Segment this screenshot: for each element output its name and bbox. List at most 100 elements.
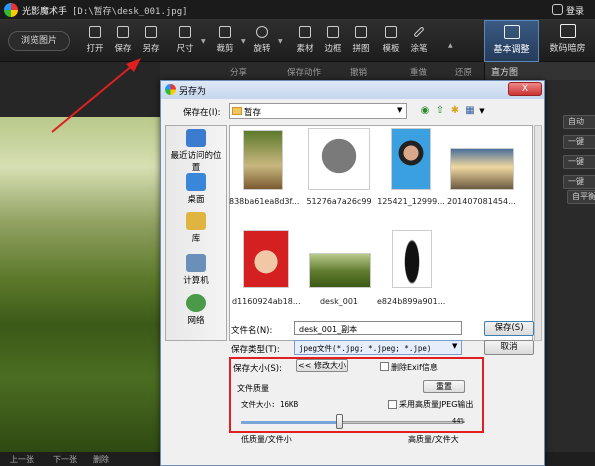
place-library[interactable]: 库 xyxy=(169,212,223,244)
file-name[interactable]: d1160924ab18... xyxy=(232,297,301,306)
place-desktop[interactable]: 桌面 xyxy=(169,173,223,205)
dialog-title: 另存为 xyxy=(179,87,207,97)
login-link[interactable]: 登录 xyxy=(566,4,584,17)
remove-exif-checkbox[interactable] xyxy=(380,362,389,371)
high-quality-label: 采用高质量JPEG输出 xyxy=(399,400,474,409)
photo-canvas xyxy=(0,117,160,452)
prev-image-button[interactable]: 上一张 xyxy=(10,454,34,465)
high-quality-checkbox[interactable] xyxy=(388,400,397,409)
file-name[interactable]: 51276a7a26c99 xyxy=(305,197,373,206)
file-thumbnail[interactable] xyxy=(243,230,289,288)
file-name-label: 文件名(N): xyxy=(231,326,273,336)
file-name[interactable]: 201407081454... xyxy=(447,197,516,206)
template-button[interactable]: 模板 xyxy=(376,24,406,58)
next-image-button[interactable]: 下一张 xyxy=(53,454,77,465)
network-icon xyxy=(186,294,206,312)
file-name[interactable]: desk_001 xyxy=(305,297,373,306)
file-name[interactable]: e824b899a901... xyxy=(377,297,445,306)
file-thumbnail[interactable] xyxy=(309,253,371,288)
border-button[interactable]: 边框 xyxy=(318,24,348,58)
desktop-icon xyxy=(186,173,206,191)
tab-basic-adjust[interactable]: 基本调整 xyxy=(484,20,539,62)
crop-icon xyxy=(219,26,231,38)
file-thumbnail[interactable] xyxy=(308,128,370,190)
save-in-label: 保存在(I): xyxy=(183,108,221,118)
save-in-select[interactable]: 暂存 xyxy=(229,103,407,119)
one-click-button-2[interactable]: 一键 xyxy=(563,155,595,169)
histogram-tab[interactable]: 直方图 xyxy=(484,62,595,80)
save-size-label: 保存大小(S): xyxy=(233,364,282,374)
restore-button[interactable]: 还原 xyxy=(455,66,472,78)
file-type-label: 保存类型(T): xyxy=(231,345,280,355)
new-folder-icon[interactable]: ✱ xyxy=(449,105,461,117)
save-icon xyxy=(117,26,129,38)
app-title: 光影魔术手 xyxy=(22,7,68,17)
open-button[interactable]: 打开 xyxy=(80,24,110,58)
chevron-down-icon[interactable]: ▼ xyxy=(452,342,457,350)
file-type-select[interactable]: jpeg文件(*.jpg; *.jpeg; *.jpe) xyxy=(294,340,462,355)
quality-slider-handle[interactable] xyxy=(335,414,343,429)
share-button[interactable]: 分享 xyxy=(230,66,247,78)
size-button[interactable]: 尺寸 xyxy=(170,24,200,58)
more-tools-icon[interactable]: ▲ xyxy=(448,42,453,49)
save-tool-button[interactable]: 保存 xyxy=(108,24,138,58)
recent-places-icon xyxy=(186,129,206,147)
white-balance-button[interactable]: 自平衡 xyxy=(567,190,595,204)
file-thumbnail[interactable] xyxy=(243,130,283,190)
undo-button[interactable]: 撤销 xyxy=(350,66,367,78)
rotate-button[interactable]: 旋转 xyxy=(247,24,277,58)
close-button[interactable]: X xyxy=(508,82,542,96)
dialog-title-bar xyxy=(161,81,544,99)
file-name-input[interactable]: desk_001_副本 xyxy=(294,321,462,335)
save-as-icon xyxy=(145,26,157,38)
one-click-button-1[interactable]: 一键 xyxy=(563,135,595,149)
back-icon[interactable]: ◉ xyxy=(419,105,431,117)
quality-slider-fill xyxy=(241,421,339,424)
file-name[interactable]: 838ba61ea8d3f... xyxy=(229,197,299,206)
reset-button[interactable]: 重置 xyxy=(423,380,465,393)
delete-button[interactable]: 删除 xyxy=(93,454,109,465)
tab-digital-darkroom[interactable]: 数码暗房 xyxy=(540,20,595,62)
crop-dropdown-icon[interactable]: ▼ xyxy=(241,38,246,45)
auto-button[interactable]: 自动 xyxy=(563,115,595,129)
library-icon xyxy=(186,212,206,230)
resize-icon xyxy=(179,26,191,38)
save-as-dialog: 另存为 X 保存在(I): 暂存 ▼ ◉ ⇧ ✱ ▦ ▼ 最近访问的位置 桌面 … xyxy=(160,80,545,466)
file-name[interactable]: 125421_12999... xyxy=(377,197,445,206)
view-menu-icon[interactable]: ▦ xyxy=(464,105,476,117)
crop-button[interactable]: 裁剪 xyxy=(210,24,240,58)
brush-button[interactable]: 涂笔 xyxy=(404,24,434,58)
brush-icon xyxy=(413,26,425,38)
scrollbar[interactable] xyxy=(534,125,542,341)
app-logo-icon xyxy=(4,3,18,17)
collage-button[interactable]: 拼图 xyxy=(346,24,376,58)
file-size-label: 文件大小: 16KB xyxy=(241,400,299,409)
cancel-button[interactable]: 取消 xyxy=(484,340,534,355)
redo-button[interactable]: 重做 xyxy=(410,66,427,78)
high-quality-size-label: 高质量/文件大 xyxy=(408,435,459,444)
save-action-button[interactable]: 保存动作 xyxy=(287,66,321,78)
user-icon[interactable] xyxy=(552,4,563,15)
save-as-tool-button[interactable]: 另存 xyxy=(136,24,166,58)
remove-exif-label: 删除Exif信息 xyxy=(391,363,438,372)
low-quality-label: 低质量/文件小 xyxy=(241,435,292,444)
place-network[interactable]: 网络 xyxy=(169,294,223,326)
browse-images-button[interactable]: 浏览图片 xyxy=(8,31,70,51)
material-button[interactable]: 素材 xyxy=(290,24,320,58)
file-thumbnail[interactable] xyxy=(392,230,432,288)
place-computer[interactable]: 计算机 xyxy=(169,254,223,286)
quality-percent: 44% xyxy=(452,417,465,425)
one-click-button-3[interactable]: 一键 xyxy=(563,175,595,189)
file-thumbnail[interactable] xyxy=(450,148,514,190)
file-thumbnail[interactable] xyxy=(391,128,431,190)
rotate-dropdown-icon[interactable]: ▼ xyxy=(278,38,283,45)
resize-button[interactable]: << 修改大小 xyxy=(296,359,348,372)
save-button[interactable]: 保存(S) xyxy=(484,321,534,336)
size-dropdown-icon[interactable]: ▼ xyxy=(201,38,206,45)
camera-icon xyxy=(559,24,576,38)
up-folder-icon[interactable]: ⇧ xyxy=(434,105,446,117)
chevron-down-icon[interactable]: ▼ xyxy=(397,106,402,114)
view-dropdown-icon[interactable]: ▼ xyxy=(476,105,488,117)
place-recent[interactable]: 最近访问的位置 xyxy=(169,129,223,173)
computer-icon xyxy=(186,254,206,272)
